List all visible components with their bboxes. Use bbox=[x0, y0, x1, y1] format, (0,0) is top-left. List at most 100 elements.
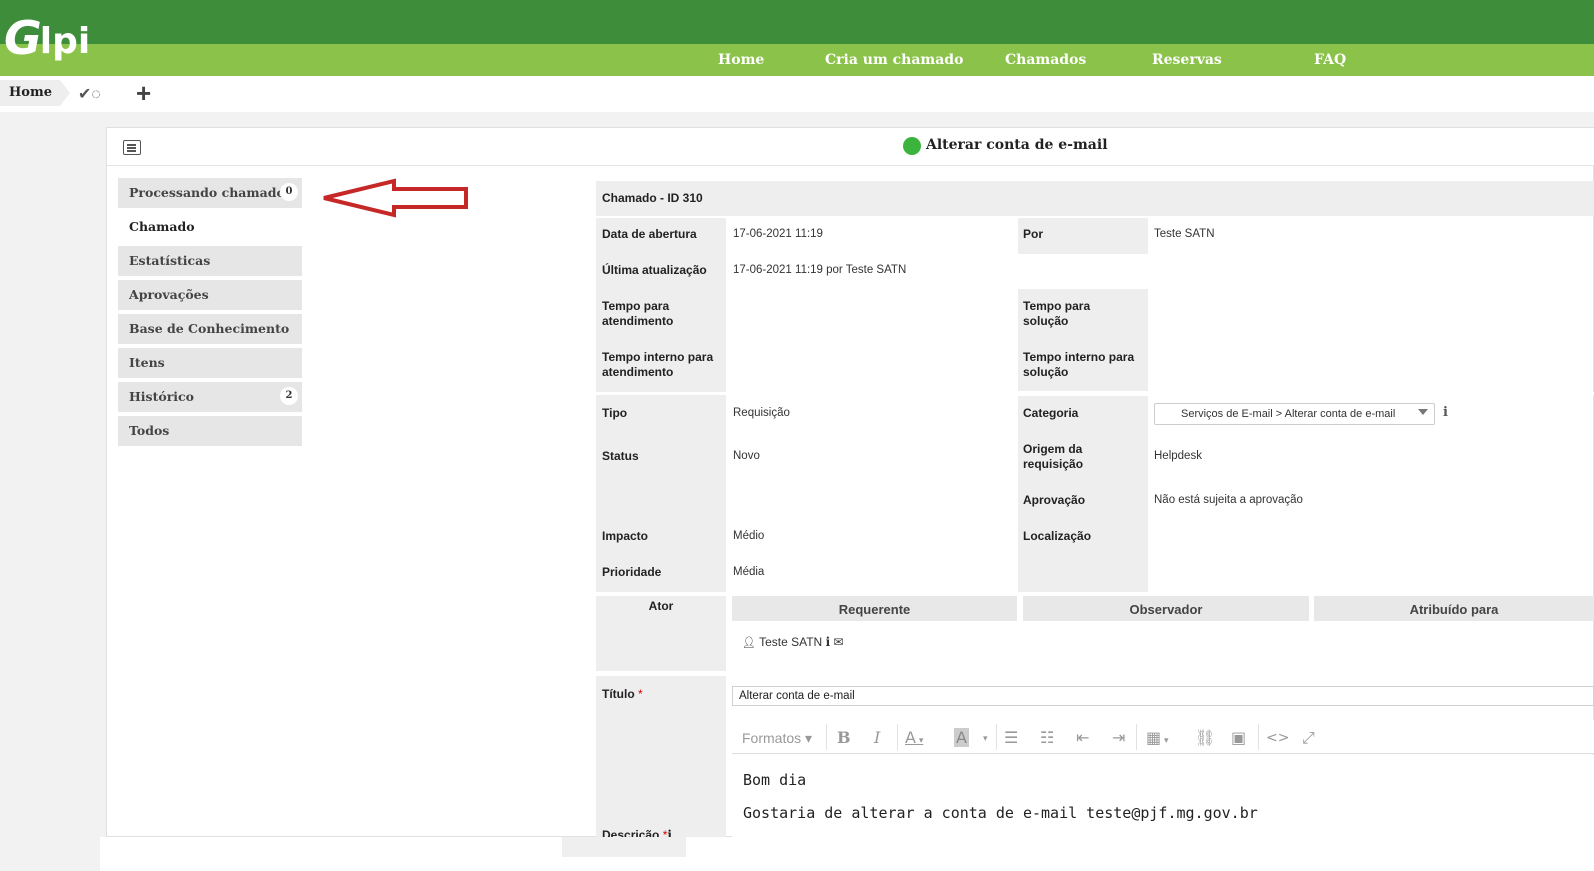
tab-label: Todos bbox=[129, 423, 170, 438]
tab-label: Estatísticas bbox=[129, 253, 211, 268]
impact-value: Médio bbox=[733, 530, 765, 542]
editor-line: Bom dia bbox=[743, 771, 807, 789]
category-select[interactable]: Serviços de E-mail > Alterar conta de e-… bbox=[1154, 403, 1435, 425]
plus-icon[interactable]: + bbox=[136, 78, 151, 109]
info-icon[interactable]: i bbox=[826, 635, 831, 649]
required-mark: * bbox=[634, 687, 643, 701]
category-label: Categoria bbox=[1023, 406, 1079, 420]
fullscreen-icon[interactable]: ⤢ bbox=[1302, 728, 1315, 748]
tab-history[interactable]: Histórico 2 bbox=[118, 382, 302, 412]
internal-solution-label: Tempo interno para solução bbox=[1023, 350, 1135, 379]
ticket-header: Chamado - ID 310 bbox=[602, 191, 703, 205]
nav-faq[interactable]: FAQ bbox=[1314, 52, 1346, 68]
tab-label: Chamado bbox=[129, 219, 195, 234]
red-arrow-annotation bbox=[323, 178, 468, 218]
updated-label: Última atualização bbox=[602, 263, 707, 277]
description-editor[interactable] bbox=[732, 755, 1594, 837]
type-label: Tipo bbox=[602, 406, 628, 420]
priority-value: Média bbox=[733, 566, 765, 578]
bottom-strip bbox=[0, 837, 1594, 871]
tab-label: Itens bbox=[129, 355, 165, 370]
opened-label: Data de abertura bbox=[602, 227, 697, 241]
tab-label: Processando chamado bbox=[129, 185, 285, 200]
page-title: Alterar conta de e-mail bbox=[926, 137, 1108, 153]
text-color-icon[interactable]: A ▾ bbox=[905, 728, 923, 747]
nav-create-ticket[interactable]: Cria um chamado bbox=[825, 52, 963, 68]
image-icon[interactable]: ▣ bbox=[1231, 728, 1246, 747]
tab-badge: 0 bbox=[280, 183, 298, 201]
chevron-down-icon[interactable]: ▾ bbox=[983, 734, 988, 744]
editor-line: Gostaria de alterar a conta de e-mail te… bbox=[743, 804, 1258, 822]
italic-icon[interactable]: I bbox=[874, 728, 880, 747]
tab-ticket[interactable]: Chamado bbox=[118, 212, 302, 242]
nav-tickets[interactable]: Chamados bbox=[1005, 52, 1086, 68]
check-icon[interactable]: ✔◌ bbox=[78, 84, 101, 104]
tab-badge: 2 bbox=[280, 387, 298, 405]
status-value: Novo bbox=[733, 450, 760, 462]
indent-icon[interactable]: ⇥ bbox=[1112, 728, 1125, 747]
toolbar-separator bbox=[826, 724, 827, 750]
observer-header: Observador bbox=[1023, 596, 1309, 621]
logo-g: G bbox=[4, 11, 42, 65]
bottom-left-area bbox=[0, 837, 100, 871]
internal-service-label: Tempo interno para atendimento bbox=[602, 350, 714, 379]
link-icon[interactable]: ⛓ bbox=[1195, 728, 1215, 747]
tab-label: Base de Conhecimento bbox=[129, 321, 290, 336]
source-code-icon[interactable]: <> bbox=[1266, 730, 1289, 746]
tab-processing[interactable]: Processando chamado 0 bbox=[118, 178, 302, 208]
table-icon[interactable]: ▦ ▾ bbox=[1146, 728, 1169, 747]
requester-name: Teste SATN bbox=[759, 635, 823, 649]
breadcrumb bbox=[0, 76, 1594, 112]
title-input[interactable] bbox=[732, 686, 1594, 706]
tab-label: Aprovações bbox=[129, 287, 209, 302]
by-value: Teste SATN bbox=[1154, 228, 1215, 240]
breadcrumb-home[interactable]: Home bbox=[0, 80, 70, 106]
toolbar-separator bbox=[996, 724, 997, 750]
tab-items[interactable]: Itens bbox=[118, 348, 302, 378]
bold-icon[interactable]: B bbox=[837, 728, 851, 747]
tab-approvals[interactable]: Aprovações bbox=[118, 280, 302, 310]
formats-label: Formatos bbox=[742, 730, 802, 746]
origin-value: Helpdesk bbox=[1154, 450, 1202, 462]
by-label: Por bbox=[1023, 227, 1044, 241]
opened-value: 17-06-2021 11:19 bbox=[733, 228, 823, 240]
tab-knowledge-base[interactable]: Base de Conhecimento bbox=[118, 314, 302, 344]
time-solution-label: Tempo para solução bbox=[1023, 299, 1091, 328]
panel-header bbox=[107, 128, 1594, 166]
info-icon[interactable]: i bbox=[1443, 405, 1448, 420]
list-icon[interactable] bbox=[123, 140, 141, 155]
toolbar-separator bbox=[1258, 724, 1259, 750]
nav-reservations[interactable]: Reservas bbox=[1152, 52, 1222, 68]
numbered-list-icon[interactable]: ☷ bbox=[1040, 728, 1054, 747]
glpi-logo[interactable]: Glpi bbox=[4, 8, 90, 68]
actor-label: Ator bbox=[648, 599, 674, 613]
requester-entry[interactable]: 👤︎ Teste SATN i ✉ bbox=[742, 635, 844, 649]
origin-label: Origem da requisição bbox=[1023, 442, 1084, 471]
envelope-icon[interactable]: ✉ bbox=[833, 635, 843, 649]
priority-label: Prioridade bbox=[602, 565, 662, 579]
nav-home[interactable]: Home bbox=[718, 52, 764, 68]
toolbar-separator bbox=[1136, 724, 1137, 750]
top-bar bbox=[0, 0, 1594, 44]
chevron-down-icon bbox=[1418, 409, 1428, 415]
bottom-mid-area bbox=[562, 837, 686, 857]
tab-statistics[interactable]: Estatísticas bbox=[118, 246, 302, 276]
bullet-list-icon[interactable]: ☰ bbox=[1004, 728, 1018, 747]
user-icon: 👤︎ bbox=[742, 637, 756, 649]
nav-bar bbox=[0, 44, 1594, 76]
assigned-header: Atribuído para bbox=[1314, 596, 1594, 621]
title-label: Título * bbox=[602, 687, 643, 702]
approval-value: Não está sujeita a aprovação bbox=[1154, 494, 1303, 506]
category-value: Serviços de E-mail > Alterar conta de e-… bbox=[1181, 408, 1396, 420]
impact-label: Impacto bbox=[602, 529, 649, 543]
type-value: Requisição bbox=[733, 407, 790, 419]
outdent-icon[interactable]: ⇤ bbox=[1076, 728, 1089, 747]
formats-dropdown[interactable]: Formatos ▾ bbox=[742, 730, 812, 747]
tab-all[interactable]: Todos bbox=[118, 416, 302, 446]
title-label-text: Título bbox=[602, 687, 635, 701]
toolbar-separator bbox=[897, 724, 898, 750]
logo-text: lpi bbox=[39, 20, 91, 62]
background-color-icon[interactable]: A bbox=[954, 728, 969, 747]
status-new-icon bbox=[903, 137, 921, 155]
tab-label: Histórico bbox=[129, 389, 194, 404]
